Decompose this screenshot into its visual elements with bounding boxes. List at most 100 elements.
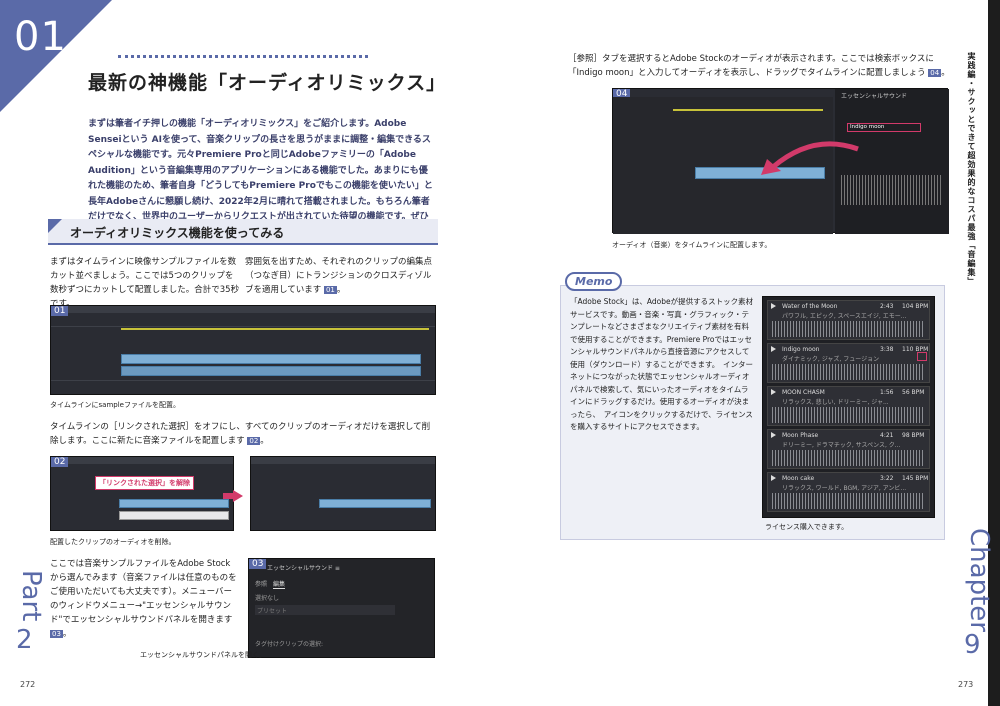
track-item[interactable]: Moon Phase 4:21 98 BPM ドリーミー, ドラマチック, サス… <box>767 429 930 469</box>
track-duration: 4:21 <box>880 432 894 439</box>
track-item[interactable]: MOON CHASM 1:56 56 BPM リラックス, 悲しい, ドリーミー… <box>767 386 930 426</box>
track-waveform <box>772 450 925 466</box>
fig01-video-clips <box>121 354 421 364</box>
track-duration: 3:38 <box>880 346 894 353</box>
chapter-word: Chapter <box>964 528 994 632</box>
figure-04-stock-audio: 04 エッセンシャルサウンド Indigo moon <box>612 88 949 234</box>
play-icon[interactable] <box>771 432 776 438</box>
para-1a: まずはタイムラインに映像サンプルファイルを数カット並べましょう。ここでは5つのク… <box>50 257 240 309</box>
track-title: MOON CHASM <box>782 389 825 396</box>
fig02a-audio <box>119 511 229 520</box>
ref-03: 03 <box>50 630 63 638</box>
track-title: Moon Phase <box>782 432 819 439</box>
figure-02-before: 02 <box>50 456 234 531</box>
track-genre: リラックス, 悲しい, ドリーミー, ジャ... <box>782 399 889 406</box>
track-waveform <box>772 321 925 337</box>
page-title: 最新の神機能「オーディオリミックス」 <box>88 72 447 94</box>
track-waveform <box>772 493 925 509</box>
track-duration: 1:56 <box>880 389 894 396</box>
play-icon[interactable] <box>771 475 776 481</box>
track-title: Water of the Moon <box>782 303 838 310</box>
memo-text: 「Adobe Stock」は、Adobeが提供するストック素材サービスです。動画… <box>570 297 754 431</box>
track-genre: ダイナミック, ジャズ, フュージョン <box>782 356 880 363</box>
track-title: Indigo moon <box>782 346 820 353</box>
track-duration: 2:43 <box>880 303 894 310</box>
track-item[interactable]: Moon cake 3:22 145 BPM リラックス, ワールド, BGM,… <box>767 472 930 512</box>
fig01-caption: タイムラインにsampleファイルを配置。 <box>50 401 180 409</box>
fig03-label: 03 <box>249 559 267 569</box>
play-icon[interactable] <box>771 389 776 395</box>
fig02a-header <box>51 457 233 464</box>
fig03-tab-edit[interactable]: 編集 <box>273 579 286 589</box>
fig01-workarea <box>121 328 429 330</box>
section-heading: オーディオリミックス機能を使ってみる <box>48 219 438 245</box>
fig03-tab-browse[interactable]: 参照 <box>255 579 267 588</box>
track-genre: パワフル, エピック, スペースエイジ, エモー... <box>782 313 907 320</box>
track-genre: ドリーミー, ドラマチック, サスペンス, ク... <box>782 442 901 449</box>
fig01-header <box>51 306 435 313</box>
track-bpm: 56 BPM <box>902 389 925 396</box>
para-1b-text: 雰囲気を出すため、それぞれのクリップの編集点（つなぎ目）にトランジションのクロス… <box>245 257 433 295</box>
fig01-audio-clips <box>121 366 421 376</box>
arrow-body <box>223 493 233 499</box>
part-number: 2 <box>16 625 33 655</box>
figure-02-after <box>250 456 436 531</box>
para-3-text: ここでは音楽サンプルファイルをAdobe Stockから選んでみます（音楽ファイ… <box>50 559 237 625</box>
fig03-tag-select: タグ付けクリップの選択: <box>255 641 324 648</box>
right-para-1-text: ［参照］タブを選択するとAdobe Stockのオーディオが表示されます。ここで… <box>568 54 934 78</box>
fig02-label: 02 <box>51 457 69 467</box>
section-heading-text: オーディオリミックス機能を使ってみる <box>70 226 285 240</box>
track-bpm: 145 BPM <box>902 475 929 482</box>
play-icon[interactable] <box>771 346 776 352</box>
track-title: Moon cake <box>782 475 815 482</box>
track-item[interactable]: Water of the Moon 2:43 104 BPM パワフル, エピッ… <box>767 300 930 340</box>
track-waveform <box>772 407 925 423</box>
linked-selection-callout: 「リンクされた選択」を解除 <box>95 476 194 490</box>
title-dots <box>118 55 368 59</box>
fig01-label: 01 <box>51 306 69 316</box>
track-bpm: 104 BPM <box>902 303 929 310</box>
memo-caption: ライセンス購入できます。 <box>765 523 849 531</box>
track-bpm: 98 BPM <box>902 432 925 439</box>
page-number-left: 272 <box>20 680 36 689</box>
track-genre: リラックス, ワールド, BGM, アジア, アンビ... <box>782 485 907 492</box>
play-icon[interactable] <box>771 303 776 309</box>
ref-01: 01 <box>323 286 337 294</box>
stock-track-list: Water of the Moon 2:43 104 BPM パワフル, エピッ… <box>762 296 935 518</box>
right-para-1: ［参照］タブを選択するとAdobe Stockのオーディオが表示されます。ここで… <box>568 54 950 78</box>
chapter-number-right: 9 <box>964 630 981 660</box>
figure-03-essential-sound: 03 エッセンシャルサウンド ≡ 参照 編集 選択なし プリセット タグ付けクリ… <box>248 558 435 658</box>
para-1b: 雰囲気を出すため、それぞれのクリップの編集点（つなぎ目）にトランジションのクロス… <box>245 257 433 295</box>
track-item[interactable]: Indigo moon 3:38 110 BPM ダイナミック, ジャズ, フュ… <box>767 343 930 383</box>
fig04-search-box[interactable]: Indigo moon <box>847 123 921 132</box>
arrow-right-icon <box>233 490 243 502</box>
ref-02: 02 <box>247 437 261 445</box>
fig03-panel-title: エッセンシャルサウンド ≡ <box>267 565 340 572</box>
fig04-workarea <box>673 109 823 111</box>
track-duration: 3:22 <box>880 475 894 482</box>
para-3: ここでは音楽サンプルファイルをAdobe Stockから選んでみます（音楽ファイ… <box>50 559 237 639</box>
fig02-caption: 配置したクリップのオーディオを削除。 <box>50 538 176 546</box>
fig02b-header <box>251 457 435 464</box>
heading-corner <box>48 219 62 233</box>
fig04-caption: オーディオ（音楽）をタイムラインに配置します。 <box>612 241 772 249</box>
fig01-row <box>51 380 435 381</box>
part-word: Part <box>16 570 46 622</box>
fig04-panel-title: エッセンシャルサウンド <box>841 93 908 100</box>
para-2: タイムラインの［リンクされた選択］をオフにし、すべてのクリップのオーディオだけを… <box>50 422 431 446</box>
cart-icon[interactable] <box>917 352 927 361</box>
fig02a-video <box>119 499 229 508</box>
track-waveform <box>772 364 925 380</box>
page-number-right: 273 <box>958 680 974 689</box>
fig04-waveform <box>841 175 943 205</box>
fig03-caption: エッセンシャルサウンドパネルを開く。 <box>140 651 266 659</box>
fig03-no-selection: 選択なし <box>255 595 280 602</box>
figure-01-timeline: 01 <box>50 305 436 395</box>
para-2-text: タイムラインの［リンクされた選択］をオフにし、すべてのクリップのオーディオだけを… <box>50 422 431 446</box>
fig02b-video <box>319 499 431 508</box>
chapter-number: 01 <box>14 14 67 60</box>
memo-tag: Memo <box>565 272 623 291</box>
side-running-title: 実践編・サクッとできて超効果的なコスパ最強「音編集」 <box>967 52 976 286</box>
fig03-preset-field[interactable]: プリセット <box>255 605 395 615</box>
fig01-ruler <box>51 326 435 327</box>
